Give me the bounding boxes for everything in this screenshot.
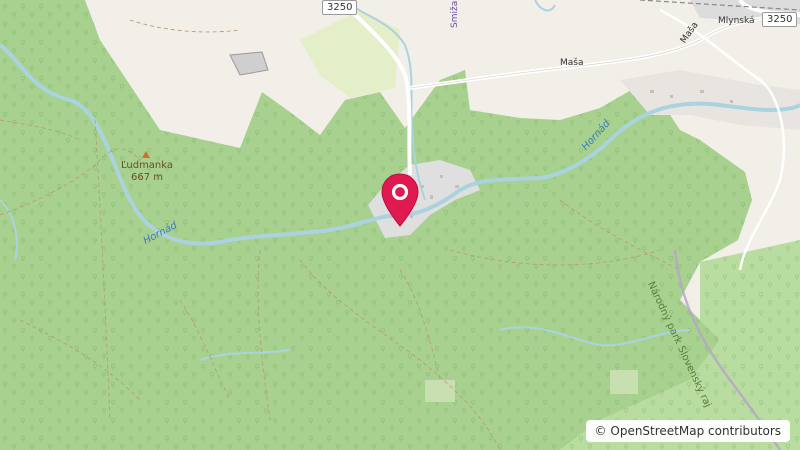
copyright-symbol: © <box>594 424 607 438</box>
road-shield-3250-north: 3250 <box>322 0 358 15</box>
map-canvas[interactable]: 3250 3250 Maša Maša Mlynská Smižany Ľudm… <box>0 0 800 450</box>
road-shield-3250-east: 3250 <box>762 12 798 27</box>
map-attribution: © OpenStreetMap contributors <box>585 420 790 442</box>
street-label-masa-west: Maša <box>560 58 584 68</box>
peak-label: Ľudmanka 667 m <box>118 160 176 184</box>
street-label-mlynska: Mlynská <box>718 16 755 26</box>
peak-name: Ľudmanka <box>120 160 174 171</box>
attribution-link[interactable]: OpenStreetMap contributors <box>610 424 781 438</box>
place-label-smizany: Smižany <box>450 0 460 28</box>
peak-elevation: 667 m <box>130 172 163 183</box>
map-pin-icon[interactable] <box>380 172 420 228</box>
